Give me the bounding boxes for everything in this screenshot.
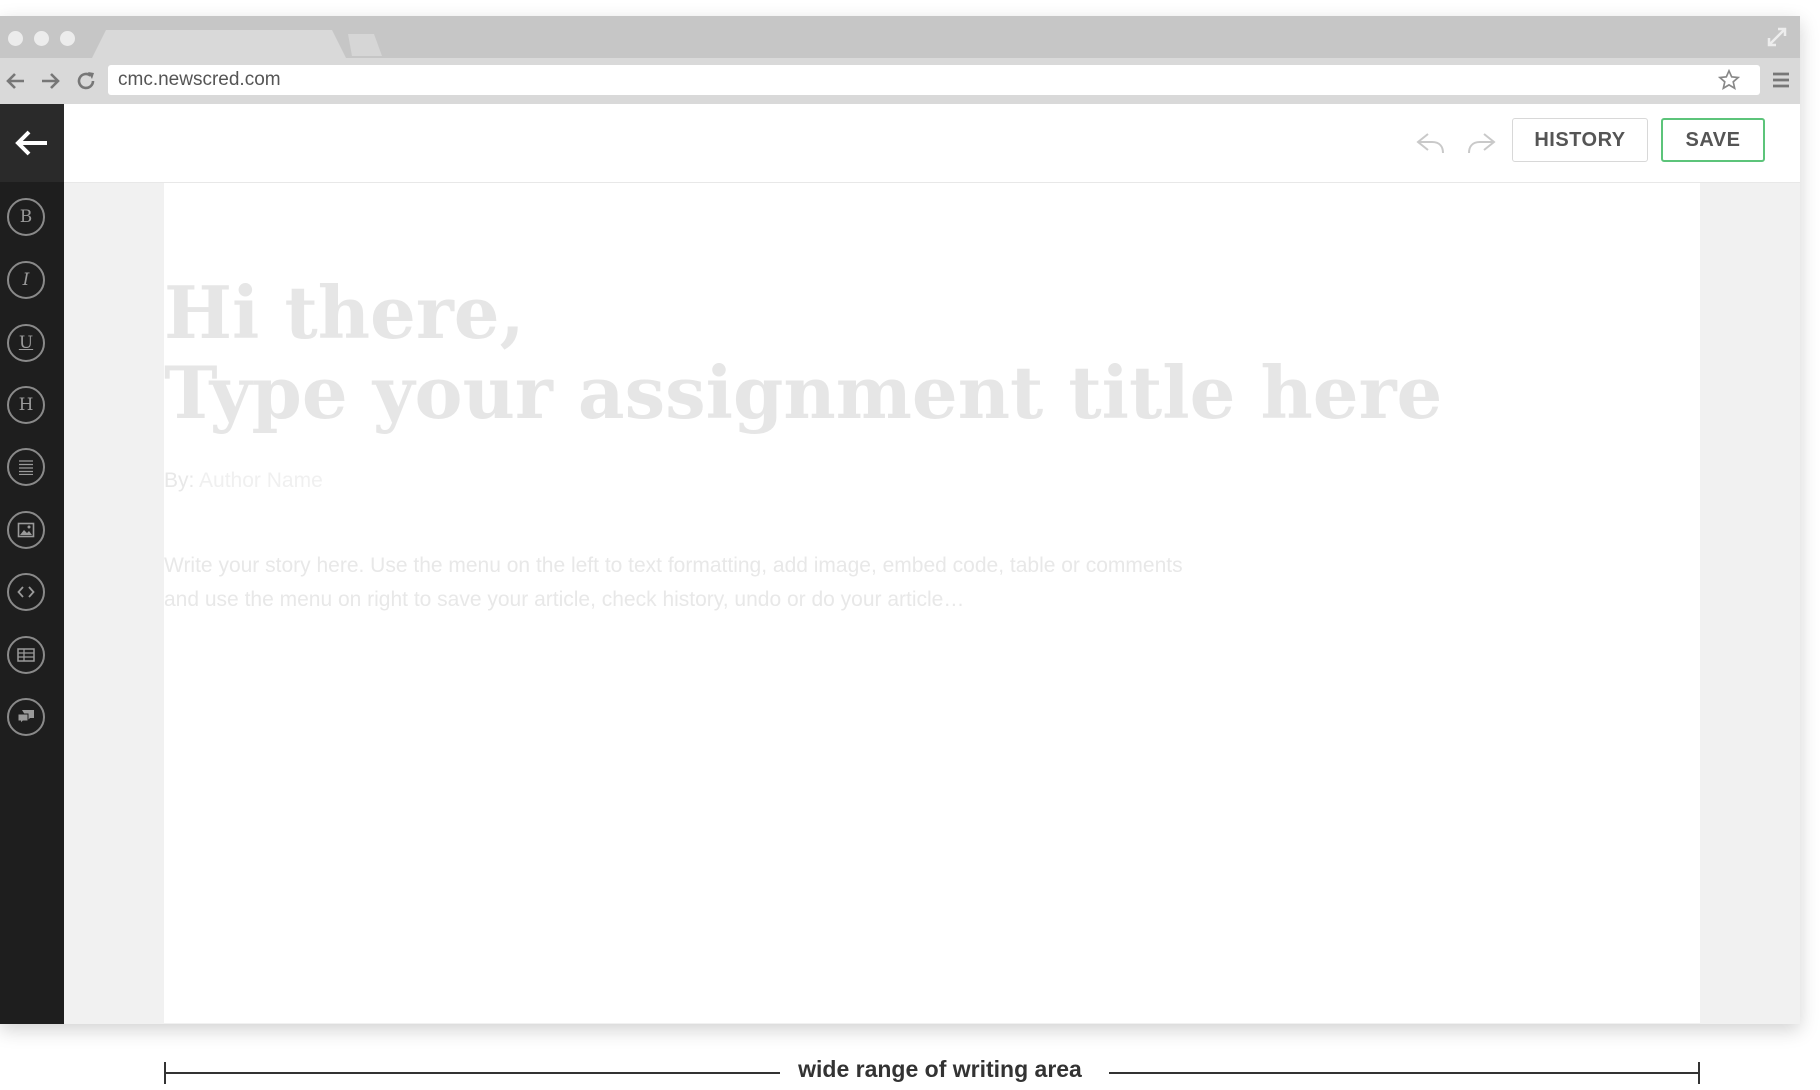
url-text: cmc.newscred.com (118, 69, 281, 90)
undo-icon[interactable] (1412, 128, 1448, 158)
measure-line-left (164, 1072, 780, 1074)
minimize-window-button[interactable] (34, 31, 49, 46)
byline-prefix: By: (164, 469, 195, 492)
forward-arrow-icon[interactable] (38, 69, 62, 93)
underline-button[interactable]: U (7, 324, 45, 362)
title-field[interactable]: Hi there, Type your assignment title her… (164, 273, 1564, 433)
new-tab-button[interactable] (348, 34, 382, 56)
table-icon (17, 648, 35, 662)
image-button[interactable] (7, 511, 45, 549)
back-arrow-icon (15, 130, 47, 156)
comment-icon (17, 710, 34, 725)
byline[interactable]: By: Author Name (164, 469, 323, 493)
reload-icon[interactable] (74, 69, 98, 93)
embed-code-icon (17, 586, 35, 598)
table-button[interactable] (7, 636, 45, 674)
back-button[interactable] (0, 104, 64, 182)
title-placeholder: Type your assignment title here (164, 350, 1443, 435)
author-name-field[interactable]: Author Name (199, 469, 323, 492)
back-arrow-icon[interactable] (4, 69, 28, 93)
redo-icon[interactable] (1464, 128, 1500, 158)
save-button[interactable]: SAVE (1661, 118, 1765, 162)
history-button[interactable]: HISTORY (1512, 118, 1648, 162)
heading-icon: H (18, 395, 34, 415)
comment-button[interactable] (7, 698, 45, 736)
measure-tick-right (1698, 1062, 1700, 1084)
zoom-window-button[interactable] (60, 31, 75, 46)
embed-code-button[interactable] (7, 573, 45, 611)
bold-button[interactable]: B (7, 198, 45, 236)
annotation-caption: wide range of writing area (798, 1056, 1082, 1082)
editor-topbar: HISTORY SAVE (64, 104, 1800, 183)
browser-toolbar: cmc.newscred.com (0, 58, 1800, 105)
paragraph-button[interactable] (7, 448, 45, 486)
bookmark-star-icon[interactable] (1718, 69, 1740, 91)
greeting-line: Hi there, (164, 270, 525, 355)
browser-tab-active[interactable] (92, 30, 346, 58)
writing-area[interactable]: Hi there, Type your assignment title her… (164, 183, 1700, 1023)
body-placeholder-line2: and use the menu on right to save your a… (164, 588, 965, 611)
close-window-button[interactable] (8, 31, 23, 46)
bold-icon: B (19, 207, 33, 227)
browser-titlebar (0, 16, 1800, 58)
address-bar[interactable]: cmc.newscred.com (108, 65, 1760, 95)
browser-window: cmc.newscred.com B I U H HISTORY SAVE Hi… (0, 16, 1800, 1024)
story-body-field[interactable]: Write your story here. Use the menu on t… (164, 549, 1284, 617)
underline-icon: U (18, 333, 34, 353)
italic-button[interactable]: I (7, 261, 45, 299)
body-placeholder-line1: Write your story here. Use the menu on t… (164, 554, 1183, 577)
formatting-sidebar: B I U H (0, 104, 64, 1024)
fullscreen-icon[interactable] (1766, 26, 1788, 48)
image-icon (17, 522, 35, 538)
heading-button[interactable]: H (7, 386, 45, 424)
italic-icon: I (22, 270, 30, 290)
measure-line-right (1109, 1072, 1700, 1074)
paragraph-icon (19, 460, 33, 475)
browser-menu-icon[interactable] (1770, 69, 1792, 91)
